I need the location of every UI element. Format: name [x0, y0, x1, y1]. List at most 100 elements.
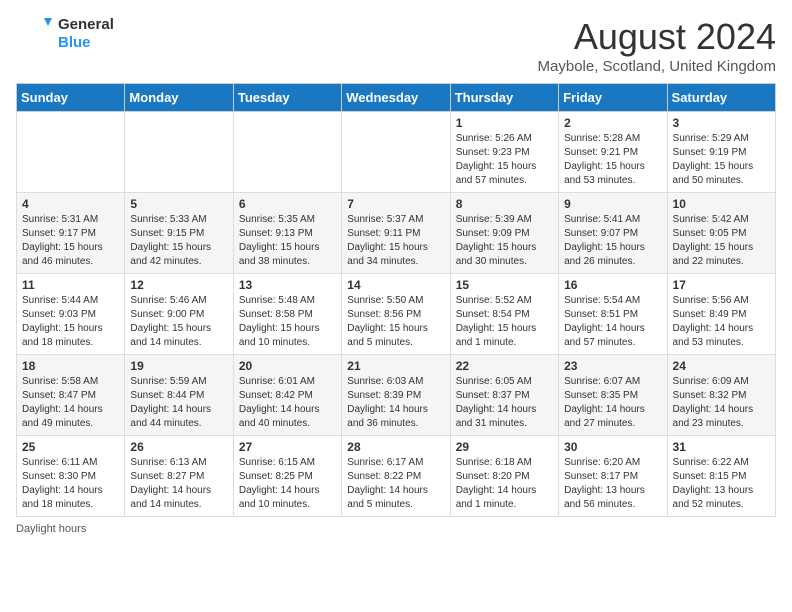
day-number: 23: [564, 359, 661, 373]
day-info: Sunrise: 6:20 AMSunset: 8:17 PMDaylight:…: [564, 456, 661, 512]
day-number: 21: [347, 359, 444, 373]
calendar-cell: 10Sunrise: 5:42 AMSunset: 9:05 PMDayligh…: [667, 193, 775, 274]
day-number: 18: [22, 359, 119, 373]
calendar-cell: 8 Sunrise: 5:39 AMSunset: 9:09 PMDaylight…: [450, 193, 558, 274]
calendar-cell: 28Sunrise: 6:17 AMSunset: 8:22 PMDayligh…: [342, 436, 450, 517]
calendar-table: SundayMondayTuesdayWednesdayThursdayFrid…: [16, 83, 776, 517]
day-number: 1: [456, 116, 553, 130]
logo-blue-text: Blue: [58, 34, 114, 52]
day-number: 19: [130, 359, 227, 373]
day-number: 13: [239, 278, 336, 292]
day-number: 15: [456, 278, 553, 292]
calendar-cell: [233, 112, 341, 193]
calendar-cell: 26 Sunrise: 6:13 AMSunset: 8:27 PMDayligh…: [125, 436, 233, 517]
day-info: Sunrise: 5:56 AMSunset: 8:49 PMDaylight:…: [673, 294, 770, 350]
calendar-day-header: Monday: [125, 84, 233, 112]
calendar-cell: 19Sunrise: 5:59 AMSunset: 8:44 PMDayligh…: [125, 355, 233, 436]
calendar-day-header: Tuesday: [233, 84, 341, 112]
calendar-cell: 14 Sunrise: 5:50 AMSunset: 8:56 PMDayligh…: [342, 274, 450, 355]
day-info: Sunrise: 5:50 AMSunset: 8:56 PMDaylight:…: [347, 294, 444, 350]
day-info: Sunrise: 6:17 AMSunset: 8:22 PMDaylight:…: [347, 456, 444, 512]
calendar-cell: [125, 112, 233, 193]
location: Maybole, Scotland, United Kingdom: [538, 58, 776, 75]
calendar-cell: 31 Sunrise: 6:22 AMSunset: 8:15 PMDayligh…: [667, 436, 775, 517]
day-info: Sunrise: 6:11 AMSunset: 8:30 PMDaylight:…: [22, 456, 119, 512]
day-number: 12: [130, 278, 227, 292]
logo-general-text: General: [58, 16, 114, 34]
day-number: 25: [22, 440, 119, 454]
calendar-cell: 27 Sunrise: 6:15 AMSunset: 8:25 PMDayligh…: [233, 436, 341, 517]
day-info: Sunrise: 5:52 AMSunset: 8:54 PMDaylight:…: [456, 294, 553, 350]
calendar-cell: 12 Sunrise: 5:46 AMSunset: 9:00 PMDayligh…: [125, 274, 233, 355]
calendar-cell: 4 Sunrise: 5:31 AMSunset: 9:17 PMDaylight…: [17, 193, 125, 274]
calendar-cell: [342, 112, 450, 193]
day-info: Sunrise: 5:35 AMSunset: 9:13 PMDaylight:…: [239, 213, 336, 269]
calendar-cell: 17 Sunrise: 5:56 AMSunset: 8:49 PMDayligh…: [667, 274, 775, 355]
day-info: Sunrise: 6:07 AMSunset: 8:35 PMDaylight:…: [564, 375, 661, 431]
day-info: Sunrise: 6:01 AMSunset: 8:42 PMDaylight:…: [239, 375, 336, 431]
day-info: Sunrise: 5:44 AMSunset: 9:03 PMDaylight:…: [22, 294, 119, 350]
daylight-label: Daylight hours: [16, 523, 86, 535]
day-info: Sunrise: 5:31 AMSunset: 9:17 PMDaylight:…: [22, 213, 119, 269]
footer: Daylight hours: [16, 523, 776, 535]
calendar-day-header: Sunday: [17, 84, 125, 112]
day-number: 4: [22, 197, 119, 211]
month-title: August 2024: [538, 16, 776, 58]
calendar-week-row: 11 Sunrise: 5:44 AMSunset: 9:03 PMDayligh…: [17, 274, 776, 355]
calendar-cell: 18 Sunrise: 5:58 AMSunset: 8:47 PMDayligh…: [17, 355, 125, 436]
day-number: 5: [130, 197, 227, 211]
day-number: 27: [239, 440, 336, 454]
calendar-cell: 16Sunrise: 5:54 AMSunset: 8:51 PMDayligh…: [559, 274, 667, 355]
day-number: 11: [22, 278, 119, 292]
calendar-cell: 2 Sunrise: 5:28 AMSunset: 9:21 PMDaylight…: [559, 112, 667, 193]
calendar-week-row: 4 Sunrise: 5:31 AMSunset: 9:17 PMDaylight…: [17, 193, 776, 274]
calendar-cell: 20Sunrise: 6:01 AMSunset: 8:42 PMDayligh…: [233, 355, 341, 436]
day-number: 2: [564, 116, 661, 130]
day-info: Sunrise: 6:09 AMSunset: 8:32 PMDaylight:…: [673, 375, 770, 431]
day-info: Sunrise: 5:41 AMSunset: 9:07 PMDaylight:…: [564, 213, 661, 269]
calendar-cell: 15 Sunrise: 5:52 AMSunset: 8:54 PMDayligh…: [450, 274, 558, 355]
calendar-cell: 21 Sunrise: 6:03 AMSunset: 8:39 PMDayligh…: [342, 355, 450, 436]
day-number: 17: [673, 278, 770, 292]
calendar-cell: 24 Sunrise: 6:09 AMSunset: 8:32 PMDayligh…: [667, 355, 775, 436]
calendar-cell: 5Sunrise: 5:33 AMSunset: 9:15 PMDaylight…: [125, 193, 233, 274]
calendar-cell: 13 Sunrise: 5:48 AMSunset: 8:58 PMDayligh…: [233, 274, 341, 355]
calendar-cell: 11 Sunrise: 5:44 AMSunset: 9:03 PMDayligh…: [17, 274, 125, 355]
day-info: Sunrise: 6:18 AMSunset: 8:20 PMDaylight:…: [456, 456, 553, 512]
day-info: Sunrise: 6:15 AMSunset: 8:25 PMDaylight:…: [239, 456, 336, 512]
calendar-day-header: Saturday: [667, 84, 775, 112]
calendar-week-row: 25 Sunrise: 6:11 AMSunset: 8:30 PMDayligh…: [17, 436, 776, 517]
day-info: Sunrise: 5:29 AMSunset: 9:19 PMDaylight:…: [673, 132, 770, 188]
day-info: Sunrise: 6:05 AMSunset: 8:37 PMDaylight:…: [456, 375, 553, 431]
calendar-cell: 22Sunrise: 6:05 AMSunset: 8:37 PMDayligh…: [450, 355, 558, 436]
calendar-cell: 6 Sunrise: 5:35 AMSunset: 9:13 PMDaylight…: [233, 193, 341, 274]
day-info: Sunrise: 5:39 AMSunset: 9:09 PMDaylight:…: [456, 213, 553, 269]
day-number: 16: [564, 278, 661, 292]
day-number: 24: [673, 359, 770, 373]
day-info: Sunrise: 6:13 AMSunset: 8:27 PMDaylight:…: [130, 456, 227, 512]
logo: General Blue: [16, 16, 114, 52]
calendar-day-header: Thursday: [450, 84, 558, 112]
day-info: Sunrise: 5:46 AMSunset: 9:00 PMDaylight:…: [130, 294, 227, 350]
day-number: 26: [130, 440, 227, 454]
calendar-body: 1 Sunrise: 5:26 AMSunset: 9:23 PMDaylight…: [17, 112, 776, 517]
calendar-cell: 3 Sunrise: 5:29 AMSunset: 9:19 PMDaylight…: [667, 112, 775, 193]
calendar-day-header: Wednesday: [342, 84, 450, 112]
calendar-cell: 1 Sunrise: 5:26 AMSunset: 9:23 PMDaylight…: [450, 112, 558, 193]
day-number: 10: [673, 197, 770, 211]
calendar-cell: 7Sunrise: 5:37 AMSunset: 9:11 PMDaylight…: [342, 193, 450, 274]
day-info: Sunrise: 6:03 AMSunset: 8:39 PMDaylight:…: [347, 375, 444, 431]
day-number: 8: [456, 197, 553, 211]
day-info: Sunrise: 5:48 AMSunset: 8:58 PMDaylight:…: [239, 294, 336, 350]
day-info: Sunrise: 6:22 AMSunset: 8:15 PMDaylight:…: [673, 456, 770, 512]
day-number: 3: [673, 116, 770, 130]
day-info: Sunrise: 5:58 AMSunset: 8:47 PMDaylight:…: [22, 375, 119, 431]
title-area: August 2024 Maybole, Scotland, United Ki…: [538, 16, 776, 75]
day-number: 6: [239, 197, 336, 211]
day-number: 14: [347, 278, 444, 292]
day-info: Sunrise: 5:28 AMSunset: 9:21 PMDaylight:…: [564, 132, 661, 188]
day-info: Sunrise: 5:26 AMSunset: 9:23 PMDaylight:…: [456, 132, 553, 188]
calendar-header-row: SundayMondayTuesdayWednesdayThursdayFrid…: [17, 84, 776, 112]
day-number: 31: [673, 440, 770, 454]
logo-icon: [16, 16, 52, 52]
